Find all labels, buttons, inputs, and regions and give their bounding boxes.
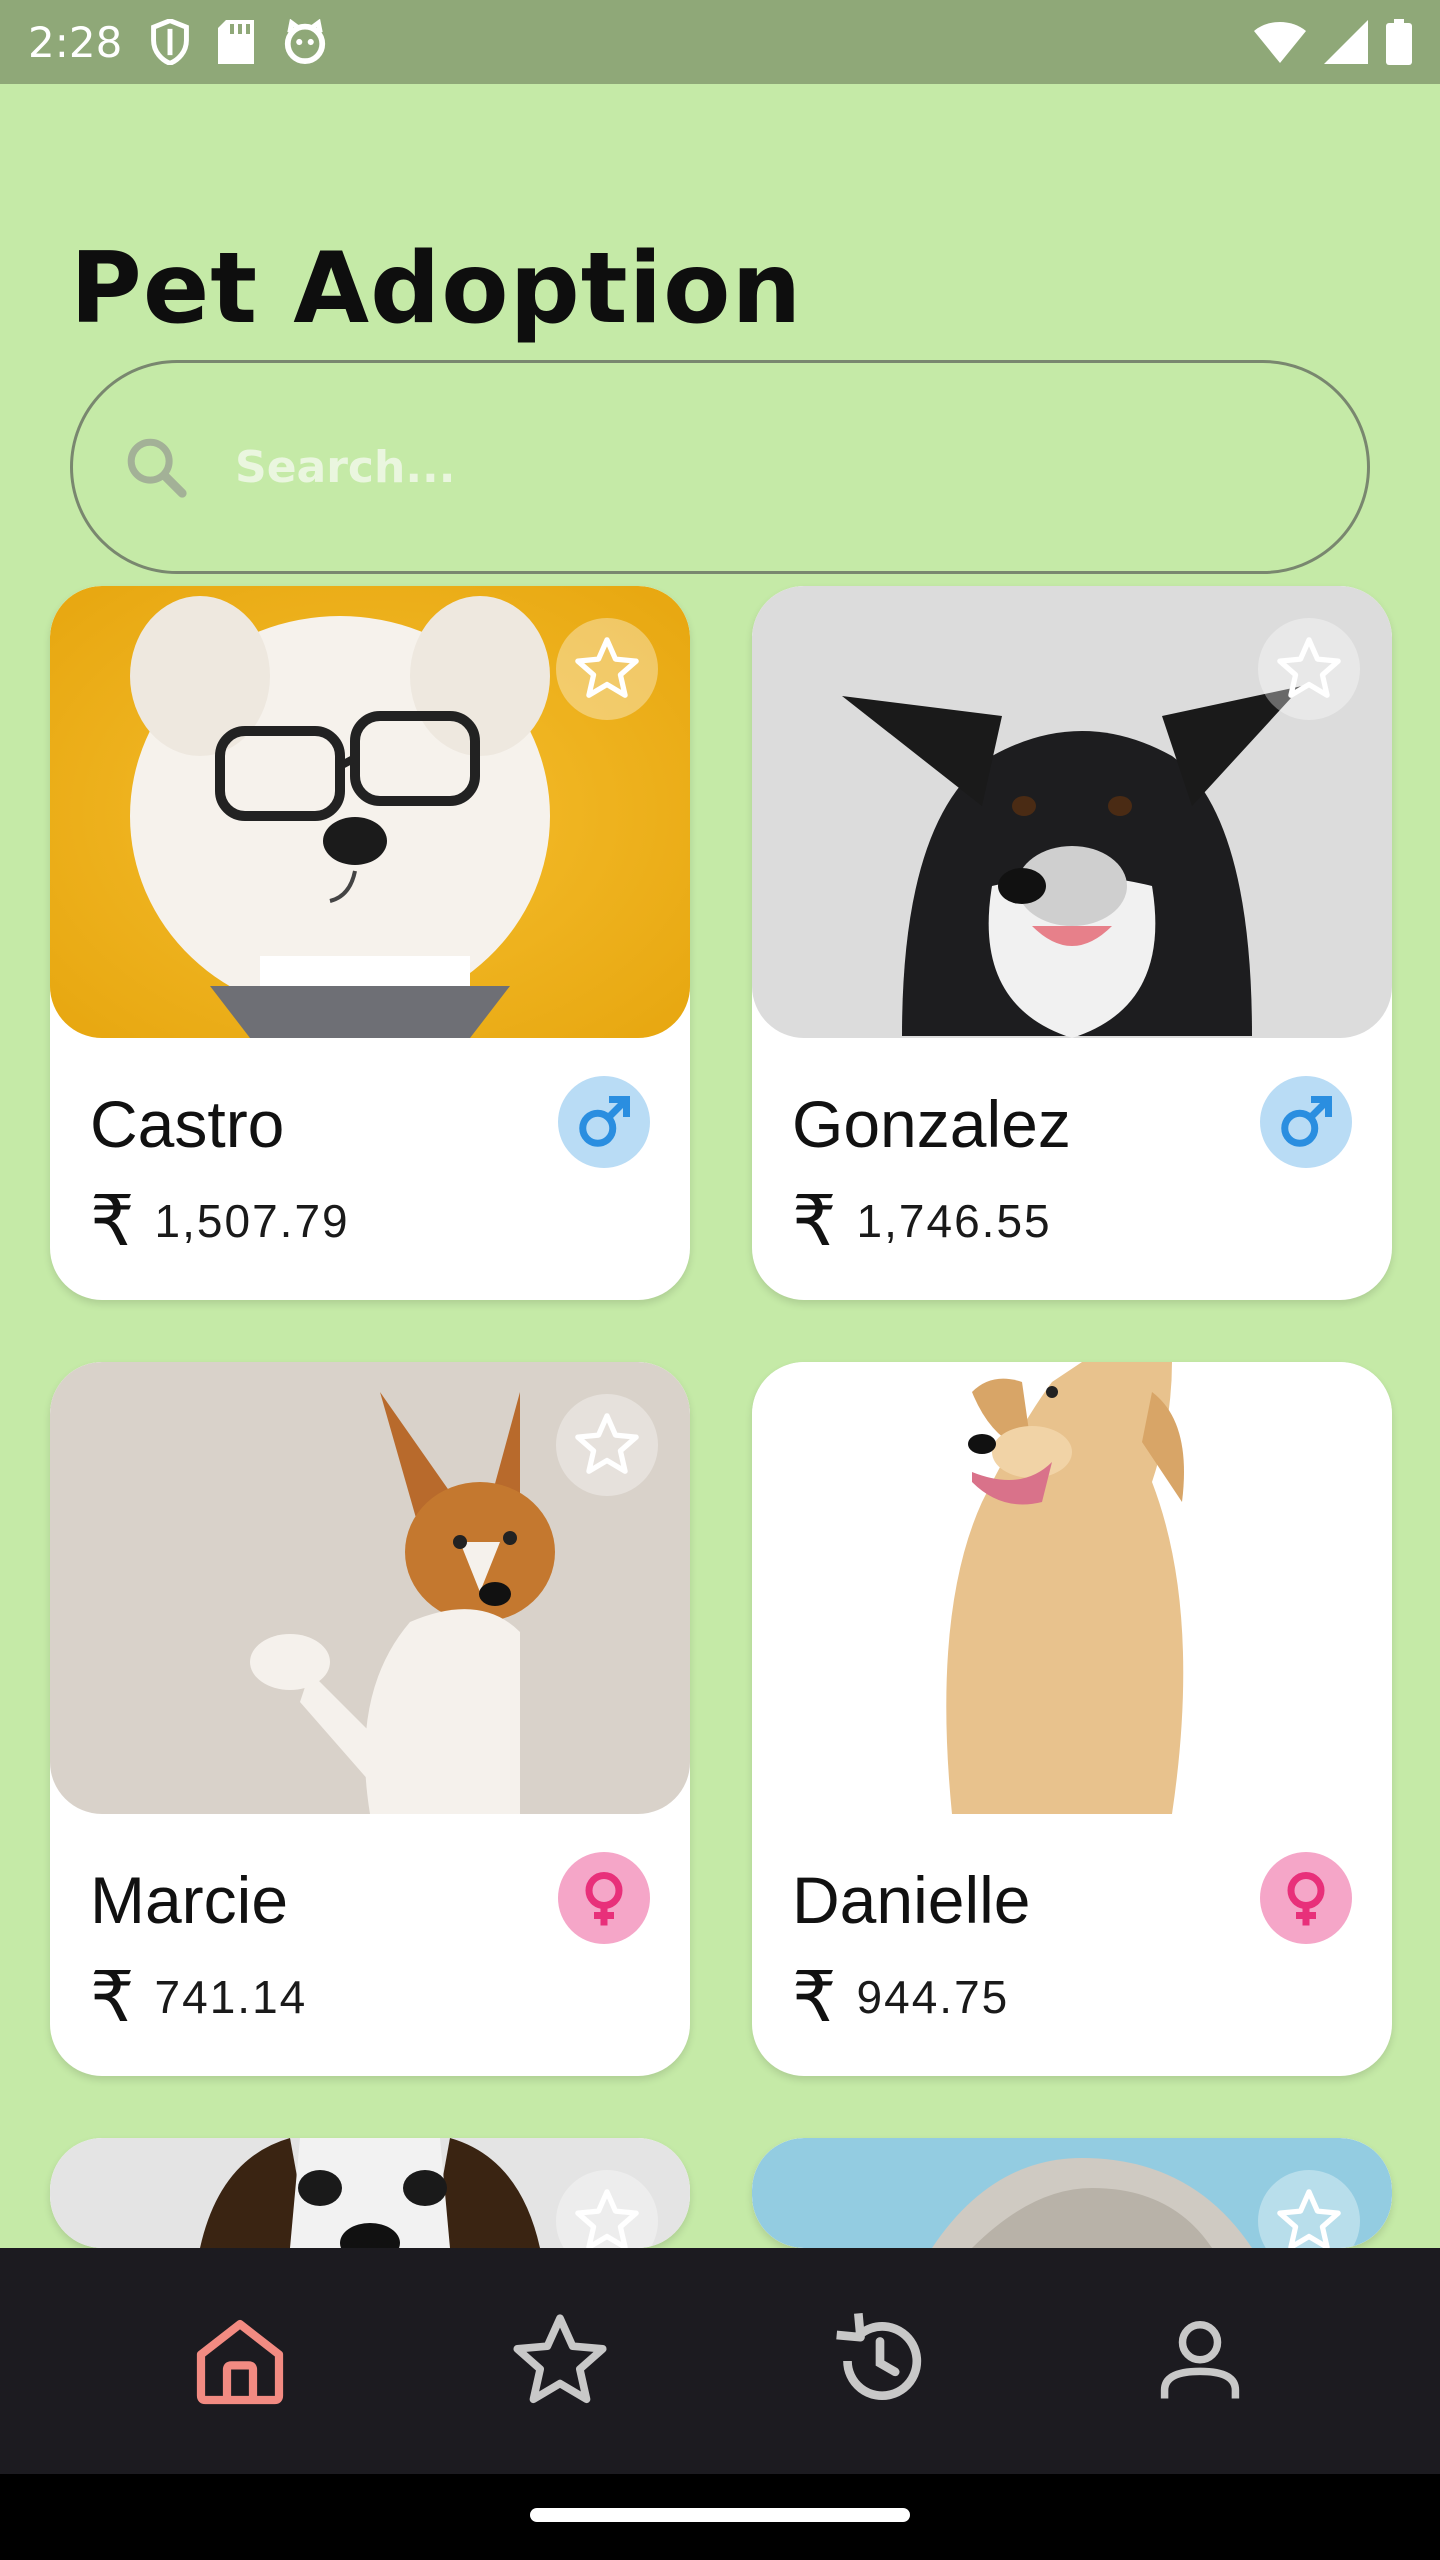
female-badge <box>558 1852 650 1944</box>
star-icon <box>575 1413 639 1474</box>
pet-card[interactable] <box>50 2138 690 2248</box>
pet-price: 741.14 <box>154 1971 308 2023</box>
person-icon <box>1160 2321 1240 2399</box>
rupee-icon: ₹ <box>792 1180 837 1262</box>
status-time: 2:28 <box>28 17 123 67</box>
home-gesture-bar[interactable] <box>530 2508 910 2522</box>
pet-card[interactable]: Danielle ₹ 944.75 <box>752 1362 1392 2076</box>
pet-price: 1,746.55 <box>856 1195 1052 1247</box>
favorite-button[interactable] <box>556 1394 658 1496</box>
favorite-button[interactable] <box>1258 1394 1360 1496</box>
wifi-icon <box>1254 21 1306 63</box>
star-icon <box>1277 1413 1341 1474</box>
nav-history[interactable] <box>820 2301 940 2421</box>
cat-face-icon <box>282 19 328 65</box>
pet-name: Castro <box>90 1087 285 1161</box>
favorite-button[interactable] <box>1258 618 1360 720</box>
pet-name: Danielle <box>792 1863 1031 1937</box>
page-title: Pet Adoption <box>70 232 803 346</box>
search-bar[interactable] <box>70 360 1370 574</box>
male-icon <box>579 1096 630 1147</box>
pet-name: Marcie <box>90 1863 289 1937</box>
shield-icon <box>150 19 190 65</box>
price-row: ₹ 1,746.55 <box>792 1186 1052 1256</box>
favorite-button[interactable] <box>556 618 658 720</box>
price-row: ₹ 944.75 <box>792 1962 1009 2032</box>
price-row: ₹ 1,507.79 <box>90 1186 350 1256</box>
home-icon <box>196 2320 284 2405</box>
search-icon <box>127 438 187 498</box>
nav-profile[interactable] <box>1140 2301 1260 2421</box>
app-screen: 2:28 Pet Adoption Search... Castro ₹ 1,5… <box>0 0 1440 2560</box>
history-icon <box>836 2312 922 2401</box>
female-icon <box>1287 1872 1325 1926</box>
pet-card[interactable]: Castro ₹ 1,507.79 <box>50 586 690 1300</box>
nav-favorites[interactable] <box>500 2301 620 2421</box>
rupee-icon: ₹ <box>90 1180 135 1262</box>
pet-card[interactable] <box>752 2138 1392 2248</box>
pet-card[interactable]: Gonzalez ₹ 1,746.55 <box>752 586 1392 1300</box>
nav-home[interactable] <box>180 2301 300 2421</box>
star-icon <box>1277 637 1341 698</box>
sd-card-icon <box>218 20 255 64</box>
male-badge <box>558 1076 650 1168</box>
star-icon <box>575 637 639 698</box>
rupee-icon: ₹ <box>90 1956 135 2038</box>
male-icon <box>1281 1096 1332 1147</box>
rupee-icon: ₹ <box>792 1956 837 2038</box>
search-input[interactable] <box>235 427 1285 507</box>
star-icon <box>575 2189 639 2248</box>
star-icon <box>1277 2189 1341 2248</box>
signal-icon <box>1324 20 1368 64</box>
pet-price: 1,507.79 <box>154 1195 350 1247</box>
female-badge <box>1260 1852 1352 1944</box>
bottom-nav <box>0 2248 1440 2474</box>
pet-card[interactable]: Marcie ₹ 741.14 <box>50 1362 690 2076</box>
price-row: ₹ 741.14 <box>90 1962 307 2032</box>
male-badge <box>1260 1076 1352 1168</box>
star-icon <box>513 2314 607 2404</box>
battery-icon <box>1386 19 1412 65</box>
status-bar: 2:28 <box>0 0 1440 84</box>
female-icon <box>585 1872 623 1926</box>
pet-name: Gonzalez <box>792 1087 1071 1161</box>
pet-price: 944.75 <box>856 1971 1010 2023</box>
